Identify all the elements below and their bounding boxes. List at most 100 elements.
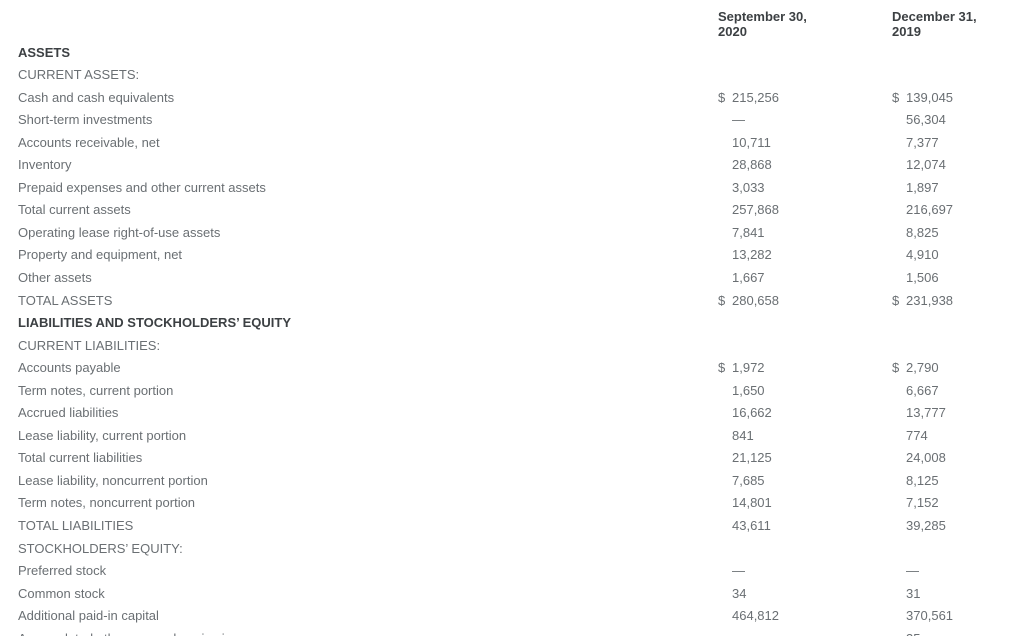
table-row: Preferred stock—— — [18, 560, 1024, 583]
table-row: ASSETS — [18, 41, 1024, 64]
table-row: CURRENT ASSETS: — [18, 64, 1024, 87]
currency-symbol — [892, 199, 906, 222]
value-col2: 35 — [906, 627, 1024, 636]
col1-line1: September 30, — [718, 9, 807, 24]
paren-col1 — [882, 289, 892, 312]
value-col2 — [906, 312, 1024, 335]
currency-symbol — [892, 492, 906, 515]
paren-col1 — [882, 582, 892, 605]
paren-col1 — [882, 244, 892, 267]
row-label: Common stock — [18, 582, 718, 605]
currency-symbol — [718, 64, 732, 87]
currency-symbol — [892, 334, 906, 357]
currency-symbol — [892, 154, 906, 177]
currency-symbol — [718, 402, 732, 425]
value-col2: 8,125 — [906, 469, 1024, 492]
row-label: Inventory — [18, 154, 718, 177]
currency-symbol — [892, 379, 906, 402]
value-col2: 31 — [906, 582, 1024, 605]
table-row: Lease liability, current portion841774 — [18, 424, 1024, 447]
currency-symbol — [892, 176, 906, 199]
currency-symbol: $ — [718, 289, 732, 312]
value-col2: 139,045 — [906, 86, 1024, 109]
row-label: Term notes, current portion — [18, 379, 718, 402]
table-row: Common stock3431 — [18, 582, 1024, 605]
column-header-1: September 30, 2020 — [718, 6, 892, 41]
table-row: Term notes, noncurrent portion14,8017,15… — [18, 492, 1024, 515]
value-col2: 1,506 — [906, 266, 1024, 289]
paren-col1 — [882, 312, 892, 335]
currency-symbol — [892, 402, 906, 425]
table-row: Property and equipment, net 13,282 4,910 — [18, 244, 1024, 267]
table-row: Term notes, current portion1,6506,667 — [18, 379, 1024, 402]
table-row: Accounts receivable, net10,7117,377 — [18, 131, 1024, 154]
paren-col1 — [882, 379, 892, 402]
value-col1: 43,611 — [732, 514, 882, 537]
balance-sheet: September 30, 2020 December 31, 2019 ASS… — [0, 0, 1024, 636]
currency-symbol — [718, 537, 732, 560]
paren-col1 — [882, 605, 892, 628]
col2-line1: December 31, — [892, 9, 977, 24]
value-col2: 4,910 — [906, 244, 1024, 267]
table-row: Other assets1,6671,506 — [18, 266, 1024, 289]
value-col1: 7,841 — [732, 221, 882, 244]
paren-col1 — [882, 424, 892, 447]
value-col2: 2,790 — [906, 357, 1024, 380]
currency-symbol — [892, 266, 906, 289]
row-label: Total current liabilities — [18, 447, 718, 470]
paren-col1 — [882, 266, 892, 289]
value-col1 — [732, 64, 882, 87]
currency-symbol: $ — [892, 86, 906, 109]
currency-symbol: $ — [892, 357, 906, 380]
currency-symbol — [718, 154, 732, 177]
row-label: Property and equipment, net — [18, 244, 718, 267]
row-label: ASSETS — [18, 41, 718, 64]
paren-col1 — [882, 402, 892, 425]
value-col1: 1,650 — [732, 379, 882, 402]
row-label: Cash and cash equivalents — [18, 86, 718, 109]
value-col2: 7,152 — [906, 492, 1024, 515]
value-col2: 370,561 — [906, 605, 1024, 628]
currency-symbol — [892, 627, 906, 636]
value-col1: 21,125 — [732, 447, 882, 470]
value-col1: 14,801 — [732, 492, 882, 515]
paren-col1 — [882, 221, 892, 244]
paren-col1 — [882, 627, 892, 636]
currency-symbol — [718, 582, 732, 605]
row-label: TOTAL LIABILITIES — [18, 514, 718, 537]
value-col1 — [732, 312, 882, 335]
value-col2: 1,897 — [906, 176, 1024, 199]
value-col2 — [906, 64, 1024, 87]
currency-symbol — [892, 537, 906, 560]
table-row: LIABILITIES AND STOCKHOLDERS’ EQUITY — [18, 312, 1024, 335]
value-col2: — — [906, 560, 1024, 583]
currency-symbol — [718, 312, 732, 335]
balance-sheet-table: September 30, 2020 December 31, 2019 ASS… — [18, 6, 1024, 636]
value-col1: 7,685 — [732, 469, 882, 492]
paren-col1 — [882, 469, 892, 492]
currency-symbol — [892, 447, 906, 470]
paren-col1 — [882, 560, 892, 583]
currency-symbol — [718, 244, 732, 267]
table-row: Accumulated other comprehensive income—3… — [18, 627, 1024, 636]
row-label: Accumulated other comprehensive income — [18, 627, 718, 636]
currency-symbol — [718, 627, 732, 636]
paren-col1 — [882, 154, 892, 177]
value-col2: 13,777 — [906, 402, 1024, 425]
value-col1 — [732, 334, 882, 357]
currency-symbol — [718, 379, 732, 402]
table-row: Operating lease right-of-use assets7,841… — [18, 221, 1024, 244]
row-label: Preferred stock — [18, 560, 718, 583]
value-col2: 56,304 — [906, 109, 1024, 132]
currency-symbol — [718, 492, 732, 515]
currency-symbol — [892, 560, 906, 583]
value-col1: 13,282 — [732, 244, 882, 267]
value-col2: 8,825 — [906, 221, 1024, 244]
paren-col1 — [882, 492, 892, 515]
currency-symbol — [718, 131, 732, 154]
currency-symbol — [892, 41, 906, 64]
currency-symbol — [892, 109, 906, 132]
column-header-2: December 31, 2019 — [892, 6, 1024, 41]
currency-symbol: $ — [718, 86, 732, 109]
currency-symbol: $ — [892, 289, 906, 312]
